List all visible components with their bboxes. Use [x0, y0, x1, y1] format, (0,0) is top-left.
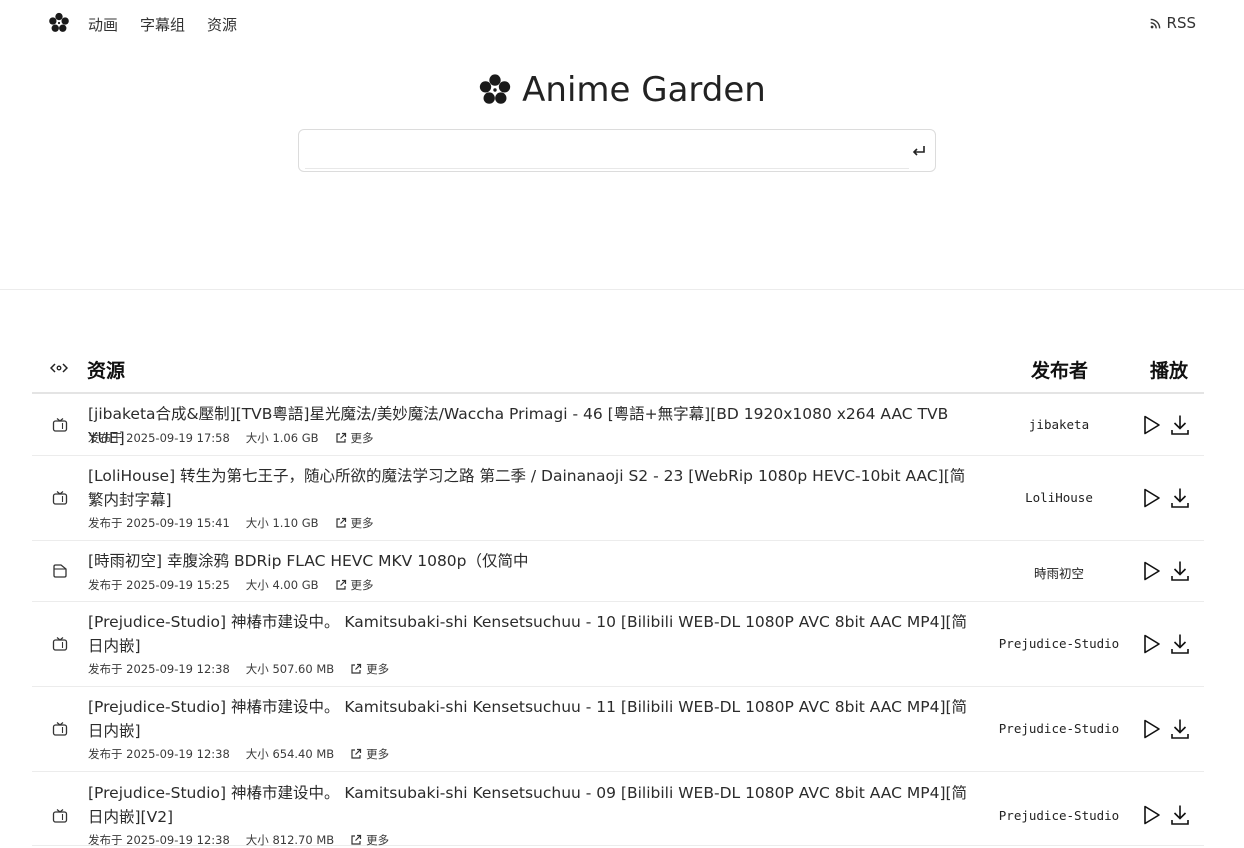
nav-anime[interactable]: 动画 — [88, 14, 118, 35]
publisher-name[interactable]: jibaketa — [984, 417, 1134, 432]
rss-link[interactable]: RSS — [1150, 14, 1196, 32]
site-title: Anime Garden — [0, 70, 1244, 110]
play-icon[interactable] — [1142, 487, 1162, 509]
play-icon[interactable] — [1142, 560, 1162, 582]
download-icon[interactable] — [1170, 414, 1190, 436]
more-label: 更多 — [350, 578, 374, 592]
table-header: 资源 发布者 播放 — [32, 340, 1204, 394]
resource-meta: 发布于 2025-09-19 12:38 大小 507.60 MB 更多 — [88, 661, 389, 677]
resource-title[interactable]: [LoliHouse] 转生为第七王子，随心所欲的魔法学习之路 第二季 / Da… — [88, 464, 980, 512]
publisher-name[interactable]: Prejudice-Studio — [984, 636, 1134, 651]
table-row: [LoliHouse] 转生为第七王子，随心所欲的魔法学习之路 第二季 / Da… — [32, 456, 1204, 541]
header-resource: 资源 — [87, 360, 126, 382]
resource-title[interactable]: [Prejudice-Studio] 神椿市建设中。 Kamitsubaki-s… — [88, 781, 980, 829]
more-link[interactable]: 更多 — [335, 577, 374, 593]
external-link-icon — [351, 834, 362, 845]
file-size: 大小 507.60 MB — [245, 662, 335, 676]
file-size: 大小 1.06 GB — [245, 431, 319, 445]
more-label: 更多 — [350, 431, 374, 445]
publish-time: 发布于 2025-09-19 15:41 — [88, 516, 230, 530]
play-icon[interactable] — [1142, 718, 1162, 740]
search-input[interactable] — [305, 134, 909, 169]
resource-title[interactable]: [Prejudice-Studio] 神椿市建设中。 Kamitsubaki-s… — [88, 610, 980, 658]
more-link[interactable]: 更多 — [350, 661, 389, 677]
flower-logo-icon[interactable] — [48, 12, 70, 34]
external-link-icon — [351, 663, 362, 674]
resource-meta: 发布于 2025-09-19 15:41 大小 1.10 GB 更多 — [88, 515, 374, 531]
more-link[interactable]: 更多 — [335, 430, 374, 446]
file-size: 大小 654.40 MB — [245, 747, 335, 761]
download-icon[interactable] — [1170, 804, 1190, 826]
more-label: 更多 — [366, 747, 390, 761]
tv-icon — [52, 722, 68, 736]
resource-meta: 发布于 2025-09-19 17:58 大小 1.06 GB 更多 — [88, 430, 374, 446]
more-label: 更多 — [350, 516, 374, 530]
rss-icon — [1150, 18, 1160, 28]
publisher-name[interactable]: Prejudice-Studio — [984, 808, 1134, 823]
resource-meta: 发布于 2025-09-19 12:38 大小 654.40 MB 更多 — [88, 746, 389, 762]
resource-meta: 发布于 2025-09-19 15:25 大小 4.00 GB 更多 — [88, 577, 374, 593]
resource-title[interactable]: [時雨初空] 幸腹涂鸦 BDRip FLAC HEVC MKV 1080p（仅简… — [88, 549, 980, 573]
table-row: [Prejudice-Studio] 神椿市建设中。 Kamitsubaki-s… — [32, 687, 1204, 772]
more-link[interactable]: 更多 — [350, 746, 389, 762]
code-icon — [50, 363, 68, 373]
tv-icon — [52, 418, 68, 432]
play-icon[interactable] — [1142, 414, 1162, 436]
table-row: [Prejudice-Studio] 神椿市建设中。 Kamitsubaki-s… — [32, 602, 1204, 687]
table-row: [jibaketa合成&壓制][TVB粵語]星光魔法/美妙魔法/Waccha P… — [32, 394, 1204, 456]
section-divider — [0, 289, 1244, 290]
collection-icon — [53, 564, 67, 578]
download-icon[interactable] — [1170, 487, 1190, 509]
top-nav: 动画 字幕组 资源 RSS — [0, 0, 1244, 48]
tv-icon — [52, 491, 68, 505]
download-icon[interactable] — [1170, 633, 1190, 655]
nav-resources[interactable]: 资源 — [207, 14, 237, 35]
publish-time: 发布于 2025-09-19 15:25 — [88, 578, 230, 592]
table-row: [Prejudice-Studio] 神椿市建设中。 Kamitsubaki-s… — [32, 772, 1204, 847]
publisher-name[interactable]: LoliHouse — [984, 490, 1134, 505]
tv-icon — [52, 637, 68, 651]
search-box — [298, 129, 936, 172]
external-link-icon — [335, 432, 346, 443]
flower-logo-icon — [479, 74, 511, 104]
publish-time: 发布于 2025-09-19 12:38 — [88, 747, 230, 761]
more-label: 更多 — [366, 662, 390, 676]
tv-icon — [52, 809, 68, 823]
publisher-name[interactable]: 時雨初空 — [984, 563, 1134, 582]
file-size: 大小 4.00 GB — [245, 578, 319, 592]
table-row: [時雨初空] 幸腹涂鸦 BDRip FLAC HEVC MKV 1080p（仅简… — [32, 541, 1204, 602]
publish-time: 发布于 2025-09-19 17:58 — [88, 431, 230, 445]
external-link-icon — [351, 748, 362, 759]
publisher-name[interactable]: Prejudice-Studio — [984, 721, 1134, 736]
external-link-icon — [335, 517, 346, 528]
play-icon[interactable] — [1142, 804, 1162, 826]
site-title-text: Anime Garden — [522, 70, 766, 110]
download-icon[interactable] — [1170, 560, 1190, 582]
nav-fansub[interactable]: 字幕组 — [140, 14, 185, 35]
download-icon[interactable] — [1170, 718, 1190, 740]
publish-time: 发布于 2025-09-19 12:38 — [88, 662, 230, 676]
header-publisher: 发布者 — [1031, 360, 1089, 382]
header-play: 播放 — [1150, 360, 1189, 382]
resource-table: 资源 发布者 播放 [jibaketa合成&壓制][TVB粵語]星光魔法/美妙魔… — [32, 340, 1204, 847]
resource-title[interactable]: [Prejudice-Studio] 神椿市建设中。 Kamitsubaki-s… — [88, 695, 980, 743]
play-icon[interactable] — [1142, 633, 1162, 655]
external-link-icon — [335, 579, 346, 590]
file-size: 大小 1.10 GB — [245, 516, 319, 530]
rss-label: RSS — [1166, 14, 1196, 32]
enter-icon[interactable] — [911, 143, 927, 159]
more-link[interactable]: 更多 — [335, 515, 374, 531]
